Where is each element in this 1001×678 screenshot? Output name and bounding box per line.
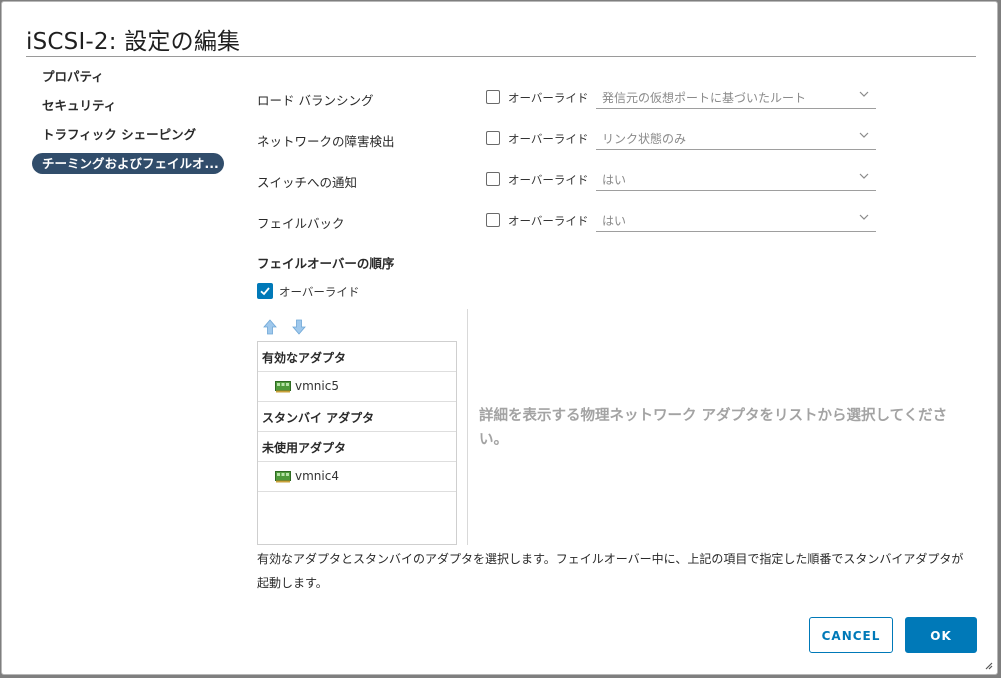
dialog-title: iSCSI-2: 設定の編集 [26,29,241,55]
active-adapters-label: 有効なアダプタ [262,351,347,365]
notify-switches-override-checkbox[interactable] [486,172,500,186]
move-up-arrow-icon[interactable] [262,319,278,335]
failback-row: フェイルバック オーバーライド はい [257,209,877,235]
failback-select[interactable]: はい [596,209,876,232]
nav-item-traffic-shaping[interactable]: トラフィック シェーピング [32,124,224,145]
notify-switches-select[interactable]: はい [596,168,876,191]
failover-footnote: 有効なアダプタとスタンバイのアダプタを選択します。フェイルオーバー中に、上記の項… [257,552,964,590]
failure-detection-label: ネットワークの障害検出 [257,134,395,149]
unused-adapters-group: 未使用アダプタ [258,432,456,462]
failback-override-label: オーバーライド [508,214,589,228]
load-balancing-override-label: オーバーライド [508,91,589,105]
ok-button[interactable]: OK [905,617,977,653]
resize-grip-icon[interactable] [983,660,993,670]
chevron-down-icon [859,91,869,97]
load-balancing-select[interactable]: 発信元の仮想ポートに基づいたルート [596,86,876,109]
active-adapters-group: 有効なアダプタ [258,342,456,372]
cancel-button[interactable]: CANCEL [809,617,893,653]
load-balancing-label: ロード バランシング [257,93,374,108]
load-balancing-row: ロード バランシング オーバーライド 発信元の仮想ポートに基づいたルート [257,86,877,112]
failback-value: はい [602,214,627,228]
notify-switches-value: はい [602,173,627,187]
nav-item-security[interactable]: セキュリティ [32,95,224,116]
adapter-name: vmnic5 [295,379,339,393]
load-balancing-value: 発信元の仮想ポートに基づいたルート [602,91,807,105]
network-adapter-icon [275,381,291,393]
failure-detection-override-label: オーバーライド [508,132,589,146]
settings-nav: プロパティ セキュリティ トラフィック シェーピング チーミングおよびフェイルオ… [32,66,224,182]
standby-adapters-group: スタンバイ アダプタ [258,402,456,432]
title-divider [26,56,976,57]
load-balancing-override-checkbox[interactable] [486,90,500,104]
network-adapter-icon [275,471,291,483]
move-down-arrow-icon[interactable] [291,319,307,335]
failure-detection-override-checkbox[interactable] [486,131,500,145]
nav-item-properties[interactable]: プロパティ [32,66,224,87]
edit-settings-dialog: iSCSI-2: 設定の編集 プロパティ セキュリティ トラフィック シェーピン… [1,1,998,675]
failure-detection-value: リンク状態のみ [602,132,687,146]
unused-adapters-label: 未使用アダプタ [262,441,347,455]
notify-switches-label: スイッチへの通知 [257,175,358,190]
chevron-down-icon [859,132,869,138]
notify-switches-row: スイッチへの通知 オーバーライド はい [257,168,877,194]
notify-switches-override-label: オーバーライド [508,173,589,187]
failback-label: フェイルバック [257,216,345,231]
failover-override-label: オーバーライド [279,285,360,299]
adapter-detail-placeholder: 詳細を表示する物理ネットワーク アダプタをリストから選択してください。 [479,408,948,448]
detail-divider [467,309,468,545]
nav-item-teaming-failover[interactable]: チーミングおよびフェイルオ... [32,153,224,174]
chevron-down-icon [859,214,869,220]
failover-order-heading: フェイルオーバーの順序 [257,256,395,271]
standby-adapters-label: スタンバイ アダプタ [262,411,375,425]
adapter-order-list: 有効なアダプタ vmnic5 スタンバイ アダプタ 未使用アダプタ vmnic4 [257,341,457,545]
adapter-row-vmnic4[interactable]: vmnic4 [258,462,456,492]
failover-override-checkbox[interactable] [257,283,273,299]
chevron-down-icon [859,173,869,179]
checkmark-icon [260,287,270,296]
adapter-name: vmnic4 [295,469,339,483]
failure-detection-select[interactable]: リンク状態のみ [596,127,876,150]
failback-override-checkbox[interactable] [486,213,500,227]
adapter-row-vmnic5[interactable]: vmnic5 [258,372,456,402]
failure-detection-row: ネットワークの障害検出 オーバーライド リンク状態のみ [257,127,877,153]
